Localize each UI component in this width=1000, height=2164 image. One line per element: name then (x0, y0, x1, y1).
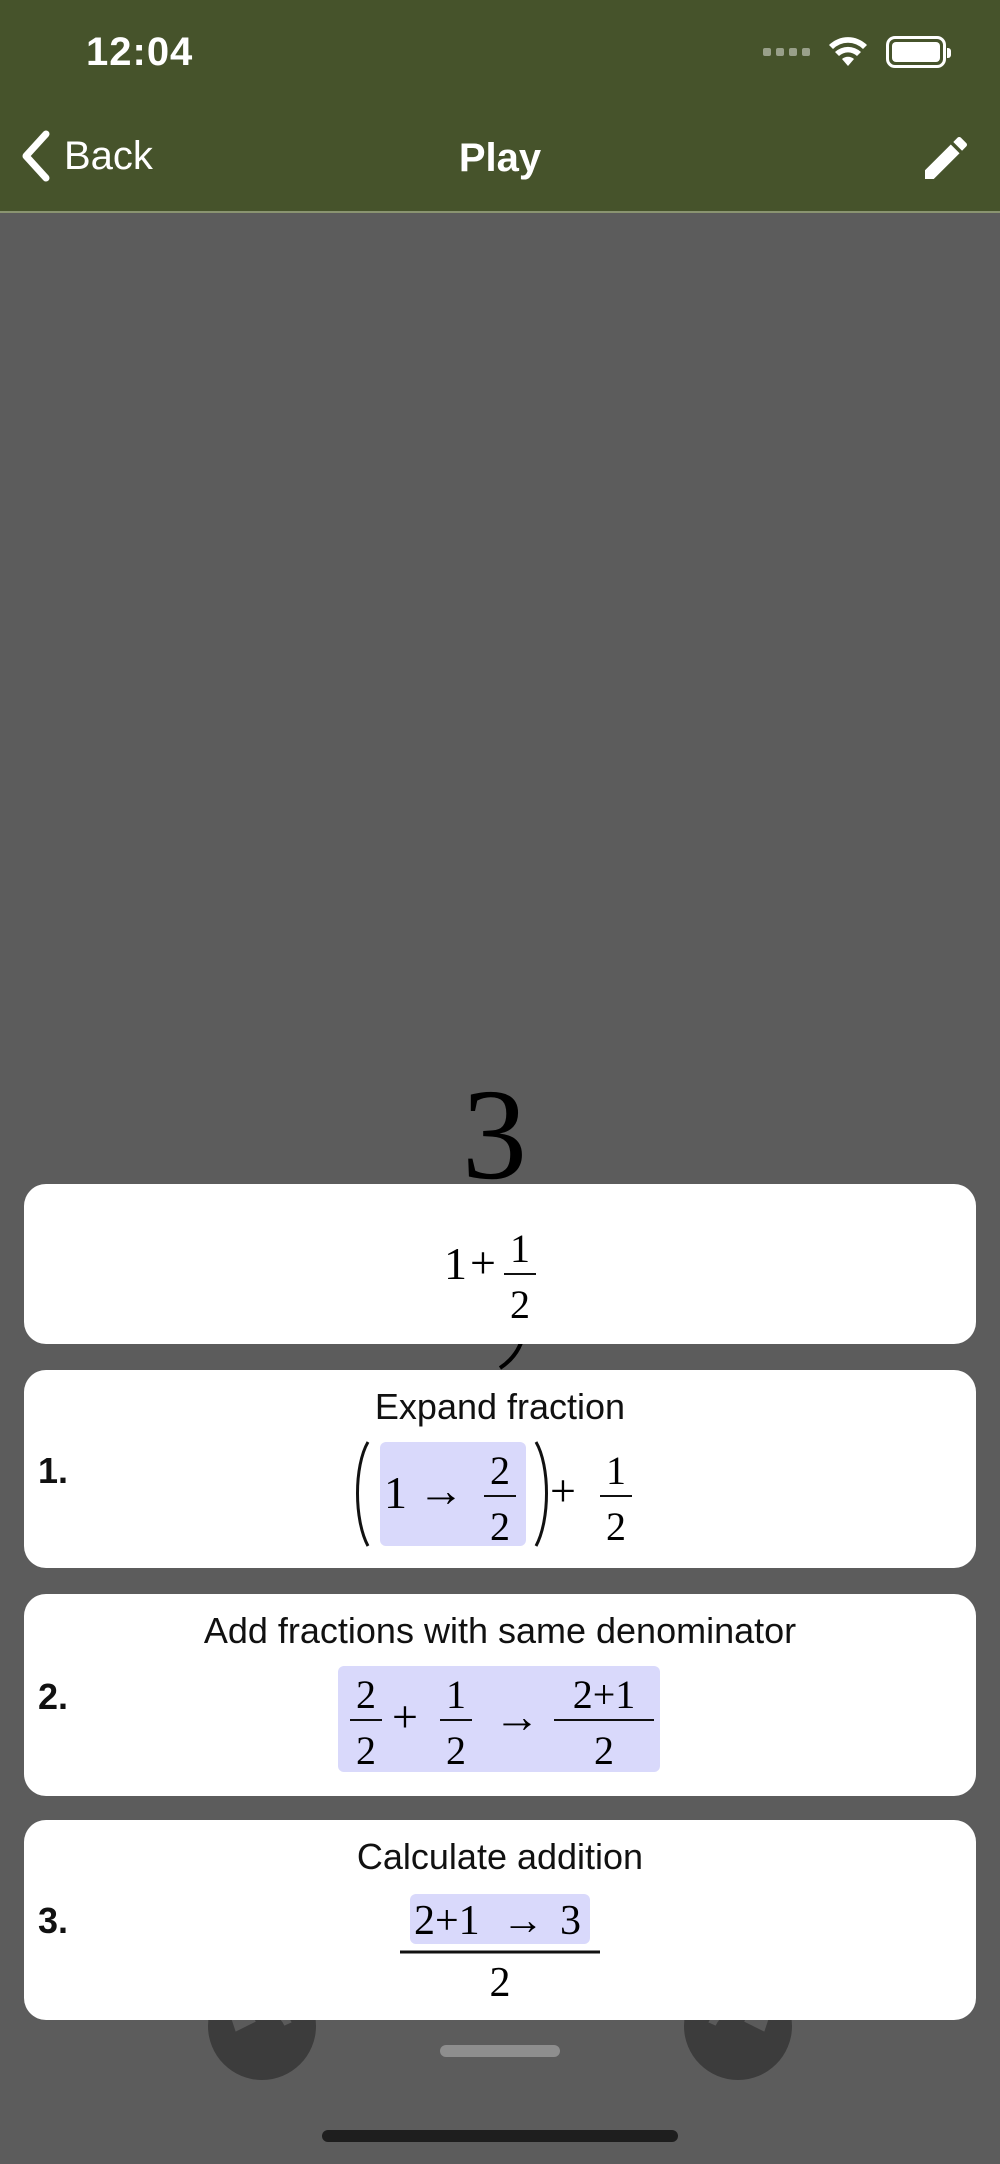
fraction-numerator: 1 (606, 1448, 626, 1493)
fraction-numerator: 2+1 (573, 1672, 636, 1717)
page-indicator (440, 2045, 560, 2057)
arrow: → (502, 1898, 544, 1944)
plus-sign: + (470, 1237, 496, 1288)
fraction-denominator: 2 (510, 1282, 530, 1327)
plus-sign: + (392, 1691, 418, 1742)
whole-number: 1 (444, 1238, 467, 1289)
fraction-denominator: 2 (594, 1728, 614, 1773)
fraction-denominator: 2 (490, 1504, 510, 1549)
fraction-denominator: 2 (356, 1728, 376, 1773)
cellular-signal-icon (763, 48, 810, 56)
status-time: 12:04 (86, 30, 194, 74)
step-1-expression: 1 → 2 2 + 1 2 (356, 1441, 632, 1549)
background-expression-digit: 3 (462, 1063, 527, 1207)
fraction-denominator: 2 (490, 1960, 511, 2006)
fraction-numerator: 1 (446, 1672, 466, 1717)
page-title: Play (458, 136, 542, 180)
open-paren (356, 1441, 370, 1547)
current-expression-card: 1 + 1 2 (24, 1184, 976, 1344)
fraction-numerator: 1 (510, 1226, 530, 1271)
wifi-icon (829, 37, 867, 66)
numerator-expression: 2+1 (414, 1898, 480, 1944)
battery-icon (886, 36, 951, 68)
fraction-denominator: 2 (446, 1728, 466, 1773)
fraction-numerator: 2 (490, 1448, 510, 1493)
fraction-denominator: 2 (606, 1504, 626, 1549)
step-2-expression: 2 2 + 1 2 → 2+1 2 (338, 1666, 660, 1773)
close-paren (534, 1441, 548, 1547)
fraction-numerator: 2 (356, 1672, 376, 1717)
arrow: → (494, 1691, 540, 1742)
whole-number: 1 (384, 1467, 407, 1518)
status-icons (763, 36, 951, 68)
step-3-expression: 2+1 → 3 2 (400, 1894, 600, 2006)
arrow: → (418, 1465, 464, 1516)
home-indicator[interactable] (322, 2130, 678, 2142)
current-expression: 1 + 1 2 (444, 1226, 536, 1327)
header-bar: 12:04 Back Play (0, 0, 1000, 213)
step-card-1[interactable]: Expand fraction 1. 1 → 2 2 + 1 2 (24, 1370, 976, 1568)
plus-sign: + (550, 1465, 576, 1516)
pencil-icon[interactable] (918, 130, 974, 186)
result-number: 3 (560, 1898, 581, 1944)
step-card-2[interactable]: Add fractions with same denominator 2. 2… (24, 1594, 976, 1796)
step-card-3[interactable]: Calculate addition 3. 2+1 → 3 2 (24, 1820, 976, 2020)
